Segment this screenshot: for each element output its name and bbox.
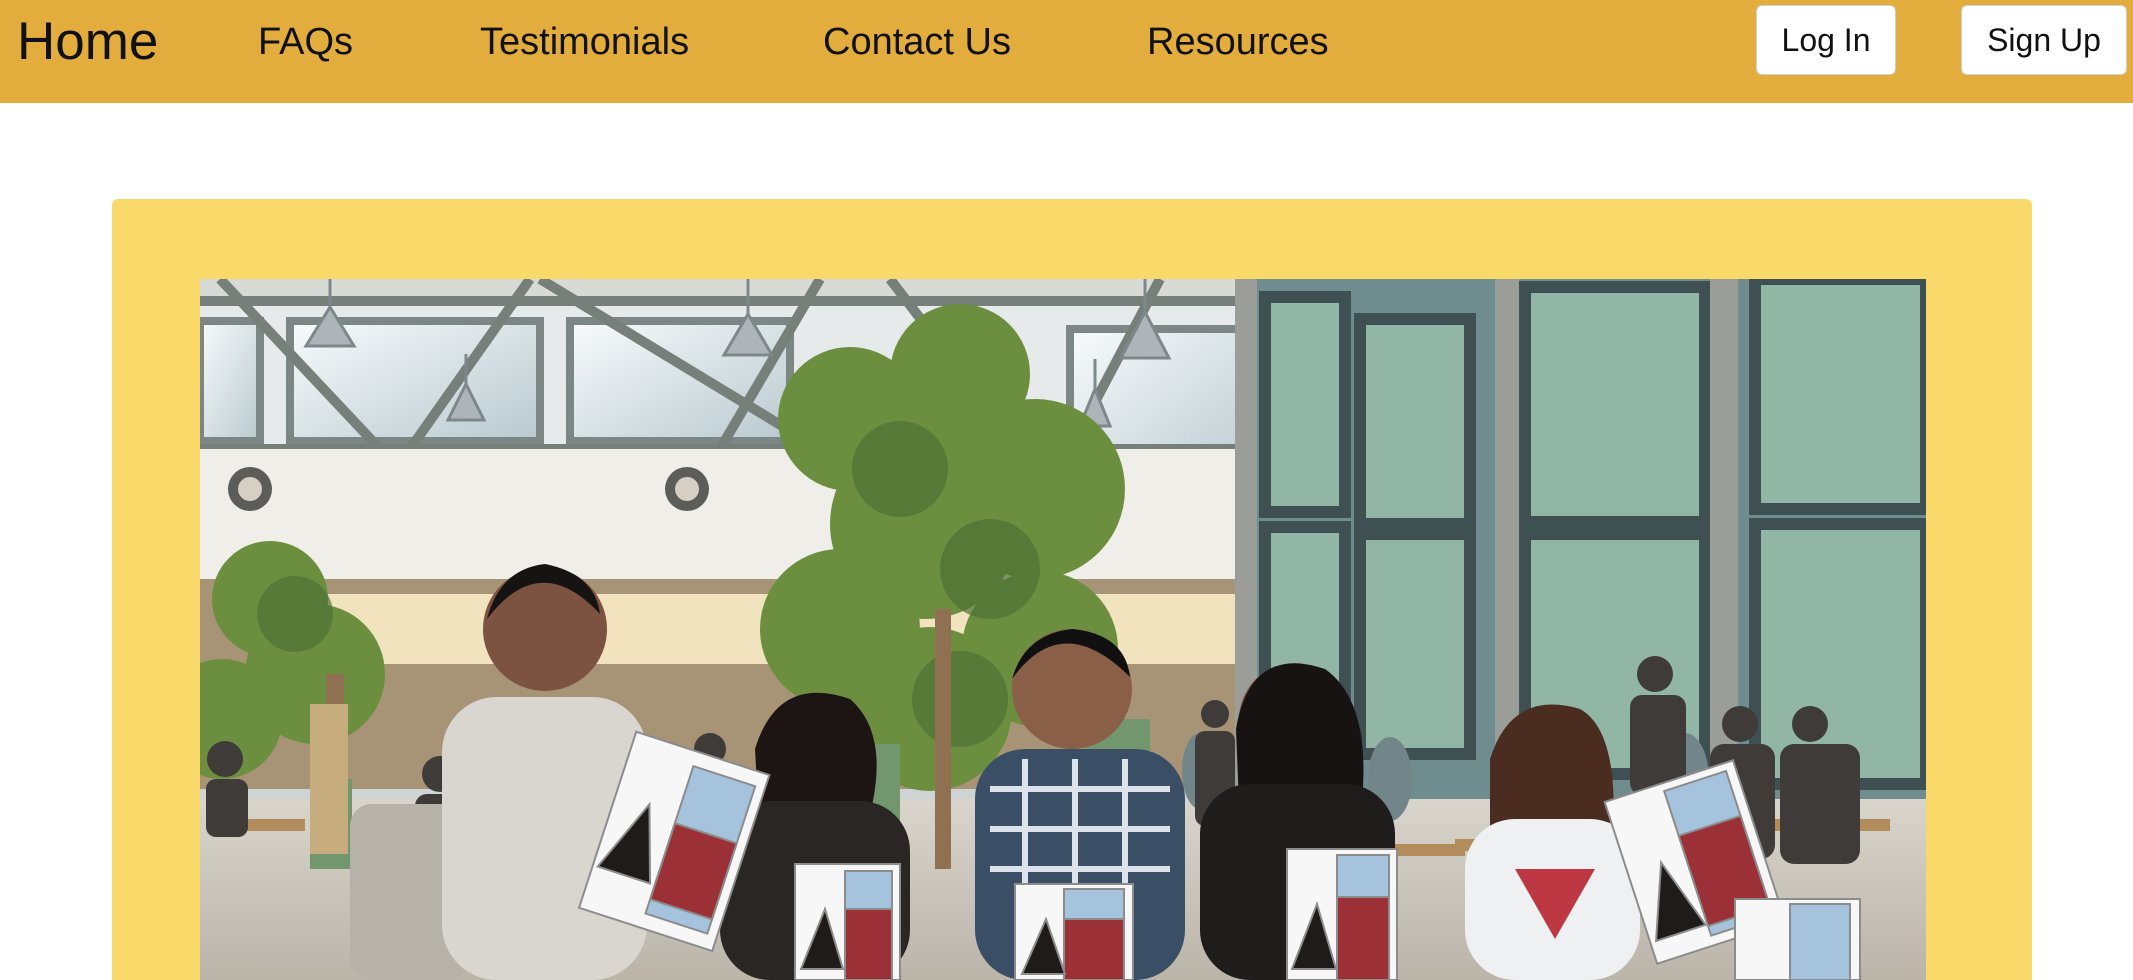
home-link[interactable]: Home xyxy=(17,12,158,72)
nav-link-testimonials[interactable]: Testimonials xyxy=(480,20,689,64)
students-atrium-illustration xyxy=(200,279,1926,980)
top-navigation-bar: Home FAQs Testimonials Contact Us Resour… xyxy=(0,0,2133,103)
sign-up-button[interactable]: Sign Up xyxy=(1961,5,2127,75)
nav-link-faqs[interactable]: FAQs xyxy=(258,20,353,64)
hero-photo xyxy=(200,279,1926,980)
nav-link-contact-us[interactable]: Contact Us xyxy=(823,20,1011,64)
log-in-button[interactable]: Log In xyxy=(1756,5,1896,75)
nav-link-resources[interactable]: Resources xyxy=(1147,20,1329,64)
hero-panel xyxy=(112,199,2032,980)
